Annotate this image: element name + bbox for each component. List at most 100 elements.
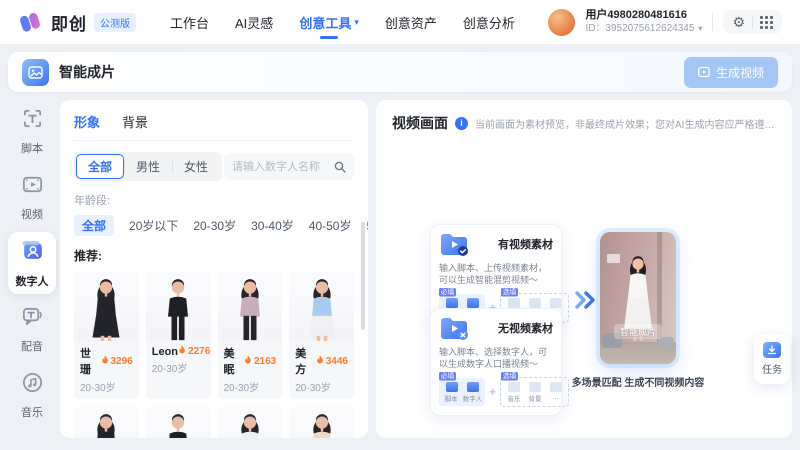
flame-icon	[178, 345, 186, 358]
required-materials-group: 必填脚本数字人	[439, 378, 485, 406]
age-filter-6[interactable]: 50岁以上	[366, 215, 368, 236]
search-icon[interactable]	[334, 161, 346, 173]
digital-human-name: 世珊	[80, 345, 101, 377]
beta-badge: 公测版	[94, 13, 136, 32]
sidebar-item-视频[interactable]: 视频	[8, 166, 56, 228]
material-icon	[508, 382, 520, 392]
with-footage-title: 有视频素材	[498, 232, 553, 252]
material-icon	[550, 382, 562, 392]
popularity-count: 3296	[101, 355, 133, 368]
card-meta: 世珊 3296	[74, 341, 139, 377]
digital-human-photo	[146, 406, 211, 438]
nav-item-4[interactable]: 创意资产	[385, 0, 437, 44]
age-filter-label: 年龄段:	[74, 192, 354, 208]
gender-filter-2[interactable]: 男性	[124, 154, 172, 179]
tab-形象[interactable]: 形象	[74, 112, 100, 131]
digital-human-library-panel: 形象背景 全部男性女性 年龄段: 全部20岁以下20-30岁30-40岁40-5…	[60, 100, 368, 438]
age-filter-1[interactable]: 全部	[74, 215, 114, 236]
sidebar-item-label: 数字人	[16, 273, 49, 289]
generate-video-button[interactable]: 生成视频	[684, 57, 778, 88]
flame-icon	[316, 355, 324, 368]
material-label: 脚本	[445, 394, 458, 403]
sidebar-item-配音[interactable]: 配音	[8, 298, 56, 360]
digital-human-card[interactable]: 宁烟290320-30岁	[289, 406, 354, 438]
age-filter-5[interactable]: 40-50岁	[309, 215, 352, 236]
flame-icon	[244, 355, 252, 368]
digital-human-card[interactable]: 才吉232220-30岁	[146, 406, 211, 438]
material-label: 数字人	[463, 394, 482, 403]
digital-human-photo	[218, 271, 283, 341]
digital-human-age: 20-30岁	[289, 377, 354, 399]
digital-human-card[interactable]: 美方344620-30岁	[289, 271, 354, 399]
digital-human-card[interactable]: 美蔓447520-30岁	[218, 406, 283, 438]
task-widget[interactable]: 任务	[754, 334, 790, 384]
gender-filter-3[interactable]: 女性	[172, 154, 220, 179]
material-chip: 背景	[525, 382, 544, 405]
digital-human-name: Leon	[152, 346, 178, 358]
without-footage-card[interactable]: 无视频素材 输入脚本、选择数字人，可以生成数字人口播视频～ 必填脚本数字人+选填…	[430, 308, 562, 416]
nav-item-5[interactable]: 创意分析	[463, 0, 515, 44]
with-footage-desc: 输入脚本、上传视频素材，可以生成智能混剪视频～	[439, 262, 553, 286]
sidebar-item-脚本[interactable]: 脚本	[8, 100, 56, 162]
digital-human-age: 20-30岁	[74, 377, 139, 399]
video-icon	[21, 173, 44, 201]
digital-human-photo	[289, 271, 354, 341]
gear-icon[interactable]: ⚙	[732, 15, 745, 29]
page-banner: 智能成片 生成视频	[8, 52, 792, 92]
material-icon	[446, 298, 458, 308]
digital-human-photo	[146, 271, 211, 341]
digital-human-card[interactable]: 美眠 2163 20-30岁	[218, 271, 283, 399]
digital-human-age: 20-30岁	[146, 358, 211, 380]
material-label: 背景	[528, 394, 541, 403]
search-input[interactable]	[232, 161, 328, 173]
logo[interactable]: 即创 公测版	[18, 10, 136, 35]
digital-human-card[interactable]: 世珊 3296 20-30岁	[74, 271, 139, 399]
flame-icon	[101, 355, 109, 368]
tab-背景[interactable]: 背景	[122, 112, 148, 131]
nav-tools: ⚙	[723, 10, 782, 34]
nav-right: 用户4980280481616 ID：3952075612624345 ▾ ⚙	[548, 9, 782, 36]
card-meta: 美眠 2163	[218, 341, 283, 377]
sidebar-item-数字人[interactable]: 数字人	[8, 232, 56, 294]
age-filter-2[interactable]: 20岁以下	[129, 215, 178, 236]
digital-human-name: 美眠	[224, 345, 245, 377]
info-icon[interactable]: i	[455, 117, 468, 130]
popularity-count: 2276	[178, 345, 210, 358]
age-filter-row: 全部20岁以下20-30岁30-40岁40-50岁50岁以上	[74, 215, 354, 236]
material-icon	[446, 382, 458, 392]
without-footage-title: 无视频素材	[498, 316, 553, 336]
digital-human-photo	[218, 406, 283, 438]
folder-video-check-icon	[439, 232, 471, 259]
search-box[interactable]	[224, 153, 354, 180]
card-meta: 美方3446	[289, 341, 354, 377]
scrollbar[interactable]	[361, 222, 365, 330]
popularity-value: 3446	[326, 356, 348, 367]
digital-human-grid: 世珊329620-30岁Leon227620-30岁美眠216320-30岁美方…	[74, 271, 354, 438]
age-filter-3[interactable]: 20-30岁	[193, 215, 236, 236]
optional-tag: 选填	[501, 372, 518, 381]
logo-icon	[18, 11, 44, 33]
digital-human-card[interactable]: Leon 227620-30岁	[146, 271, 211, 399]
nav-item-label: 工作台	[170, 13, 209, 32]
digital-human-card[interactable]: 世菲730420-30岁	[74, 406, 139, 438]
user-name: 用户4980280481616	[585, 9, 702, 22]
sidebar-item-音乐[interactable]: 音乐	[8, 364, 56, 426]
nav-item-3[interactable]: 创意工具▾	[299, 0, 359, 44]
age-filter-4[interactable]: 30-40岁	[251, 215, 294, 236]
without-footage-desc: 输入脚本、选择数字人，可以生成数字人口播视频～	[439, 346, 553, 370]
gender-filter-1[interactable]: 全部	[76, 154, 124, 179]
smart-film-icon	[22, 59, 49, 86]
sidebar-item-label: 视频	[21, 206, 43, 222]
user-block[interactable]: 用户4980280481616 ID：3952075612624345 ▾	[585, 9, 702, 34]
left-sidebar: 脚本视频数字人配音音乐	[8, 100, 56, 442]
popularity-value: 2163	[254, 356, 276, 367]
material-icon	[467, 382, 479, 392]
nav-item-1[interactable]: 工作台	[170, 0, 209, 44]
digital-human-age: 20-30岁	[218, 377, 283, 399]
nav-item-2[interactable]: AI灵感	[235, 0, 273, 44]
popularity-value: 3296	[111, 356, 133, 367]
popularity-value: 2276	[188, 346, 210, 357]
apps-grid-icon[interactable]	[760, 16, 773, 29]
dubbing-icon	[21, 305, 44, 333]
avatar[interactable]	[548, 9, 575, 36]
